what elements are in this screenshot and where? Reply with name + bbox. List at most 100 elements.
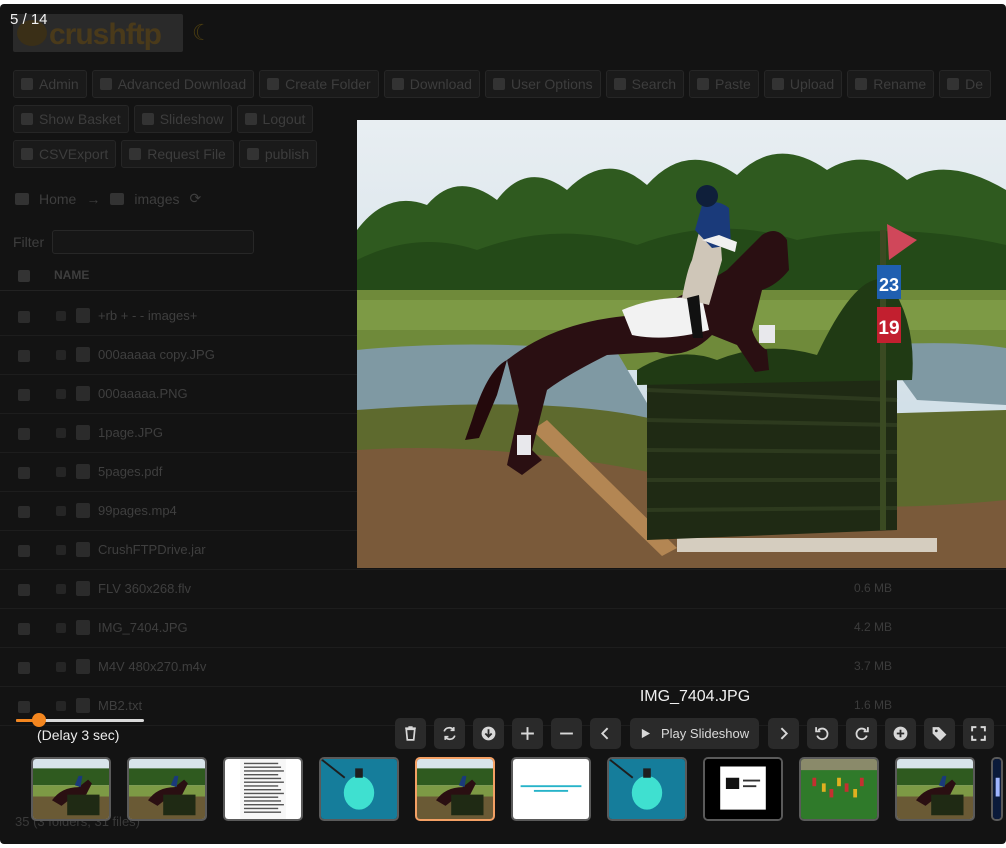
thumbnail[interactable] xyxy=(319,757,399,821)
toolbar-button-label: De xyxy=(965,76,984,92)
row-checkbox[interactable] xyxy=(18,662,30,674)
file-name[interactable]: 000aaaaa.PNG xyxy=(98,386,188,401)
previous-button[interactable] xyxy=(590,718,621,749)
dark-mode-icon[interactable]: ☾ xyxy=(192,20,212,46)
file-name[interactable]: 000aaaaa copy.JPG xyxy=(98,347,215,362)
name-column-header[interactable]: NAME xyxy=(54,268,89,282)
row-select-box[interactable] xyxy=(56,623,66,633)
thumbnail[interactable] xyxy=(415,757,495,821)
row-select-box[interactable] xyxy=(56,506,66,516)
file-name[interactable]: FLV 360x268.flv xyxy=(98,581,191,596)
row-select-box[interactable] xyxy=(56,545,66,555)
row-select-box[interactable] xyxy=(56,389,66,399)
thumbnail[interactable] xyxy=(895,757,975,821)
thumbnail[interactable] xyxy=(799,757,879,821)
fullscreen-button[interactable] xyxy=(963,718,995,749)
breadcrumb: Home → images ⟳ xyxy=(15,190,201,207)
toolbar-button-label: Upload xyxy=(789,76,835,92)
row-checkbox[interactable] xyxy=(18,389,30,401)
row-checkbox[interactable] xyxy=(18,545,30,557)
tag-button[interactable] xyxy=(924,718,956,749)
row-checkbox[interactable] xyxy=(18,428,30,440)
table-row[interactable]: FLV 360x268.flv 0.6 MB xyxy=(0,570,1006,609)
toolbar-button[interactable]: Upload xyxy=(763,70,843,98)
table-row[interactable]: M4V 480x270.m4v 3.7 MB xyxy=(0,648,1006,687)
toolbar-button-label: Paste xyxy=(715,76,751,92)
breadcrumb-home[interactable]: Home xyxy=(39,191,76,207)
row-checkbox[interactable] xyxy=(18,467,30,479)
rotate-right-button[interactable] xyxy=(846,718,878,749)
row-select-box[interactable] xyxy=(56,467,66,477)
toolbar-button[interactable]: Rename xyxy=(847,70,935,98)
file-name[interactable]: CrushFTPDrive.jar xyxy=(98,542,206,557)
toolbar-button-icon xyxy=(697,78,710,90)
delete-button[interactable] xyxy=(395,718,426,749)
thumbnail[interactable] xyxy=(127,757,207,821)
file-name[interactable]: 99pages.mp4 xyxy=(98,503,177,518)
file-name[interactable]: 1page.JPG xyxy=(98,425,163,440)
toolbar-button[interactable]: Download xyxy=(383,70,480,98)
rotate-left-icon xyxy=(815,727,829,741)
toolbar-button[interactable]: Show Basket xyxy=(13,105,129,133)
row-select-box[interactable] xyxy=(56,662,66,672)
rotate-left-button[interactable] xyxy=(807,718,839,749)
zoom-in-button[interactable] xyxy=(512,718,543,749)
refresh-icon xyxy=(443,726,456,741)
delay-slider[interactable] xyxy=(16,713,144,727)
toolbar-button-icon xyxy=(129,148,142,160)
row-checkbox[interactable] xyxy=(18,350,30,362)
toolbar-button[interactable]: CSVExport xyxy=(13,140,117,168)
row-select-box[interactable] xyxy=(56,584,66,594)
row-checkbox[interactable] xyxy=(18,623,30,635)
next-button[interactable] xyxy=(768,718,800,749)
thumbnail-partial[interactable] xyxy=(991,757,1003,821)
toolbar-button[interactable]: Paste xyxy=(689,70,759,98)
row-select-box[interactable] xyxy=(56,428,66,438)
row-select-box[interactable] xyxy=(56,311,66,321)
file-name[interactable]: 5pages.pdf xyxy=(98,464,162,479)
toolbar-button[interactable]: Request File xyxy=(121,140,234,168)
row-checkbox[interactable] xyxy=(18,584,30,596)
play-slideshow-button[interactable]: Play Slideshow xyxy=(630,718,760,749)
toolbar-button-label: CSVExport xyxy=(39,146,109,162)
play-slideshow-label: Play Slideshow xyxy=(661,726,750,741)
thumbnail[interactable] xyxy=(31,757,111,821)
toolbar-button-icon xyxy=(141,113,154,125)
toolbar-button-label: Show Basket xyxy=(39,111,121,127)
thumbnail[interactable] xyxy=(511,757,591,821)
toolbar-button[interactable]: Slideshow xyxy=(133,105,232,133)
thumbnail[interactable] xyxy=(607,757,687,821)
toolbar-button[interactable]: De xyxy=(939,70,992,98)
select-all-checkbox[interactable] xyxy=(18,270,30,282)
table-row[interactable]: IMG_7404.JPG 4.2 MB xyxy=(0,609,1006,648)
sign-23: 23 xyxy=(879,275,899,295)
toolbar-button[interactable]: Search xyxy=(605,70,685,98)
delay-slider-thumb[interactable] xyxy=(32,713,47,727)
breadcrumb-folder[interactable]: images xyxy=(134,191,179,207)
zoom-in-icon xyxy=(521,727,534,740)
thumbnail[interactable] xyxy=(703,757,783,821)
toolbar-button[interactable]: User Options xyxy=(484,70,601,98)
zoom-out-button[interactable] xyxy=(551,718,582,749)
toolbar-button[interactable]: Admin xyxy=(13,70,87,98)
fullscreen-icon xyxy=(971,726,986,741)
thumbnail[interactable] xyxy=(223,757,303,821)
row-checkbox[interactable] xyxy=(18,311,30,323)
filter-input[interactable] xyxy=(52,230,255,254)
download-button[interactable] xyxy=(473,718,504,749)
row-checkbox[interactable] xyxy=(18,506,30,518)
file-name[interactable]: M4V 480x270.m4v xyxy=(98,659,206,674)
refresh-icon[interactable]: ⟳ xyxy=(190,190,202,207)
toolbar-button[interactable]: publish xyxy=(238,140,318,168)
row-select-box[interactable] xyxy=(56,350,66,360)
slide-counter: 5 / 14 xyxy=(10,11,48,28)
toolbar-button[interactable]: Logout xyxy=(236,105,314,133)
toolbar-button-icon xyxy=(391,78,404,90)
trash-icon xyxy=(405,726,416,741)
add-button[interactable] xyxy=(885,718,917,749)
file-name[interactable]: IMG_7404.JPG xyxy=(98,620,188,635)
refresh-button[interactable] xyxy=(434,718,465,749)
file-name[interactable]: +rb + - - images+ xyxy=(98,308,197,323)
toolbar-button[interactable]: Create Folder xyxy=(259,70,379,98)
toolbar-button[interactable]: Advanced Download xyxy=(91,70,255,98)
